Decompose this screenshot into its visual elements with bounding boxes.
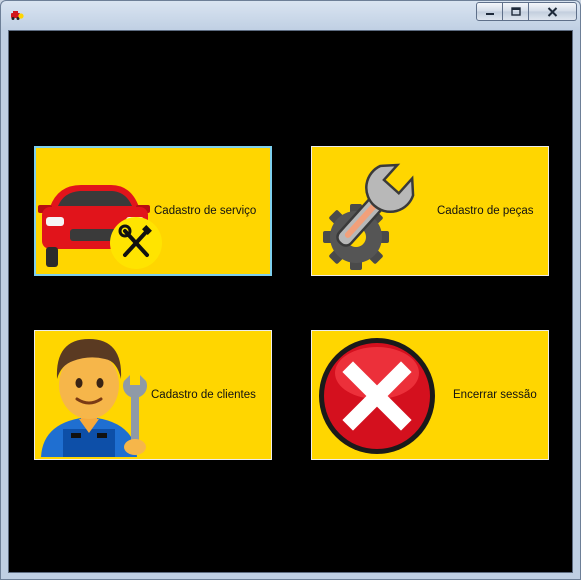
window-controls <box>476 2 577 22</box>
service-registration-label: Cadastro de serviço <box>154 205 257 217</box>
close-button[interactable] <box>529 2 577 21</box>
maximize-button[interactable] <box>503 2 529 21</box>
maximize-icon <box>510 7 521 16</box>
title-bar[interactable] <box>1 1 580 29</box>
parts-registration-label: Cadastro de peças <box>437 205 534 217</box>
clients-registration-label: Cadastro de clientes <box>151 389 256 401</box>
minimize-button[interactable] <box>476 2 503 21</box>
logout-label: Encerrar sessão <box>453 389 537 401</box>
car-tool-icon <box>11 11 24 20</box>
car-tools-icon <box>38 185 162 269</box>
close-icon <box>547 6 558 17</box>
main-panel: Cadastro de serviço Cadastro de peças Ca… <box>8 30 573 573</box>
mechanic-icon <box>41 339 147 457</box>
clients-registration-button[interactable]: Cadastro de clientes <box>34 330 272 460</box>
app-window: Cadastro de serviço Cadastro de peças Ca… <box>0 0 581 580</box>
red-x-icon <box>319 338 435 454</box>
minimize-icon <box>485 12 494 15</box>
service-registration-button[interactable]: Cadastro de serviço <box>34 146 272 276</box>
logout-button[interactable]: Encerrar sessão <box>311 330 549 460</box>
parts-registration-button[interactable]: Cadastro de peças <box>311 146 549 276</box>
wrench-gear-icon <box>323 163 415 270</box>
